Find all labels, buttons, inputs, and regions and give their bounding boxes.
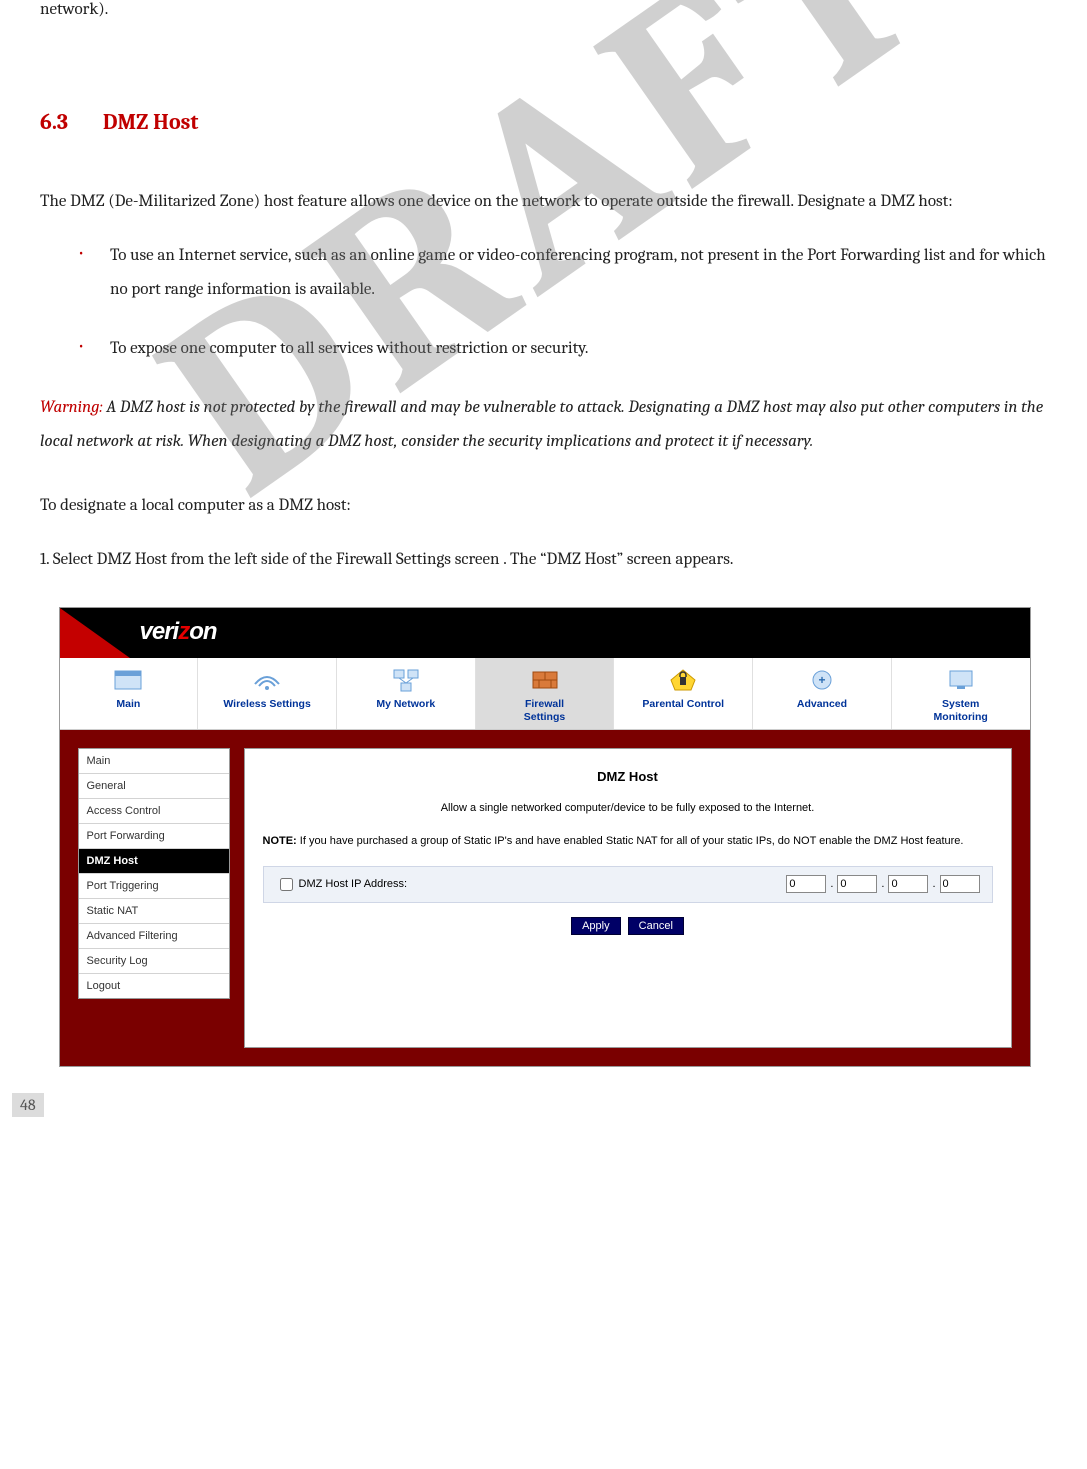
verizon-logo: verizon bbox=[140, 618, 217, 646]
bullet-list: To use an Internet service, such as an o… bbox=[40, 239, 1047, 366]
panel-title: DMZ Host bbox=[263, 769, 993, 784]
warning-paragraph: Warning: A DMZ host is not protected by … bbox=[40, 391, 1047, 459]
nav-main[interactable]: Main bbox=[60, 658, 199, 729]
nav-label: Advanced bbox=[757, 698, 887, 711]
ip-row: DMZ Host IP Address: . . . bbox=[263, 866, 993, 903]
nav-label: Firewall Settings bbox=[480, 698, 610, 723]
nav-firewall[interactable]: Firewall Settings bbox=[476, 658, 615, 729]
page-number: 48 bbox=[12, 1093, 44, 1117]
panel-note: NOTE: If you have purchased a group of S… bbox=[263, 834, 993, 849]
panel-subtitle: Allow a single networked computer/device… bbox=[263, 802, 993, 814]
warning-label: Warning: bbox=[40, 398, 103, 417]
sidebar: Main General Access Control Port Forward… bbox=[78, 748, 230, 999]
ip-octet-4[interactable] bbox=[940, 875, 980, 893]
nav-label: My Network bbox=[341, 698, 471, 711]
sidebar-item-dmz-host[interactable]: DMZ Host bbox=[79, 849, 229, 874]
nav-label: Parental Control bbox=[618, 698, 748, 711]
nav-wireless[interactable]: Wireless Settings bbox=[198, 658, 337, 729]
main-icon bbox=[112, 666, 144, 694]
list-item: To use an Internet service, such as an o… bbox=[40, 239, 1047, 307]
sidebar-item-main[interactable]: Main bbox=[79, 749, 229, 774]
dmz-enable-checkbox[interactable] bbox=[280, 878, 293, 891]
sidebar-item-security-log[interactable]: Security Log bbox=[79, 949, 229, 974]
nav-label: Main bbox=[64, 698, 194, 711]
fragment-text: network). bbox=[40, 0, 1047, 19]
apply-button[interactable]: Apply bbox=[571, 917, 621, 935]
top-nav: Main Wireless Settings My Network Firewa… bbox=[60, 658, 1030, 730]
dot: . bbox=[881, 878, 884, 890]
ip-octets: . . . bbox=[786, 875, 979, 893]
note-bold: NOTE: bbox=[263, 835, 297, 847]
nav-advanced[interactable]: + Advanced bbox=[753, 658, 892, 729]
nav-parental[interactable]: Parental Control bbox=[614, 658, 753, 729]
network-icon bbox=[390, 666, 422, 694]
sidebar-item-logout[interactable]: Logout bbox=[79, 974, 229, 998]
nav-my-network[interactable]: My Network bbox=[337, 658, 476, 729]
svg-text:+: + bbox=[818, 673, 825, 687]
ip-label: DMZ Host IP Address: bbox=[299, 878, 787, 890]
ip-octet-3[interactable] bbox=[888, 875, 928, 893]
nav-label: Wireless Settings bbox=[202, 698, 332, 711]
sidebar-item-port-forwarding[interactable]: Port Forwarding bbox=[79, 824, 229, 849]
sidebar-item-access-control[interactable]: Access Control bbox=[79, 799, 229, 824]
cancel-button[interactable]: Cancel bbox=[628, 917, 684, 935]
list-item: To expose one computer to all services w… bbox=[40, 332, 1047, 366]
wireless-icon bbox=[251, 666, 283, 694]
content-panel: DMZ Host Allow a single networked comput… bbox=[244, 748, 1012, 1048]
intro-paragraph: The DMZ (De-Militarized Zone) host featu… bbox=[40, 185, 1047, 219]
nav-label: System Monitoring bbox=[896, 698, 1026, 723]
firewall-icon bbox=[529, 666, 561, 694]
sidebar-item-static-nat[interactable]: Static NAT bbox=[79, 899, 229, 924]
step-1: 1. Select DMZ Host from the left side of… bbox=[40, 543, 1047, 577]
section-number: 6.3 bbox=[40, 109, 68, 135]
ui-body: Main General Access Control Port Forward… bbox=[60, 730, 1030, 1066]
section-heading: 6.3 DMZ Host bbox=[40, 109, 1047, 135]
warning-text: A DMZ host is not protected by the firew… bbox=[40, 398, 1043, 451]
dot: . bbox=[932, 878, 935, 890]
dot: . bbox=[830, 878, 833, 890]
note-text: If you have purchased a group of Static … bbox=[297, 835, 964, 847]
ip-octet-1[interactable] bbox=[786, 875, 826, 893]
parental-icon bbox=[667, 666, 699, 694]
verizon-v-icon bbox=[60, 608, 130, 658]
ip-octet-2[interactable] bbox=[837, 875, 877, 893]
button-row: Apply Cancel bbox=[263, 917, 993, 935]
monitor-icon bbox=[945, 666, 977, 694]
sidebar-item-port-triggering[interactable]: Port Triggering bbox=[79, 874, 229, 899]
advanced-icon: + bbox=[806, 666, 838, 694]
nav-system-monitoring[interactable]: System Monitoring bbox=[892, 658, 1030, 729]
ui-header: verizon bbox=[60, 608, 1030, 658]
router-ui-screenshot: verizon Main Wireless Settings My Networ… bbox=[59, 607, 1031, 1067]
section-title: DMZ Host bbox=[103, 109, 199, 135]
sidebar-item-general[interactable]: General bbox=[79, 774, 229, 799]
lead-in-text: To designate a local computer as a DMZ h… bbox=[40, 489, 1047, 523]
sidebar-item-advanced-filtering[interactable]: Advanced Filtering bbox=[79, 924, 229, 949]
